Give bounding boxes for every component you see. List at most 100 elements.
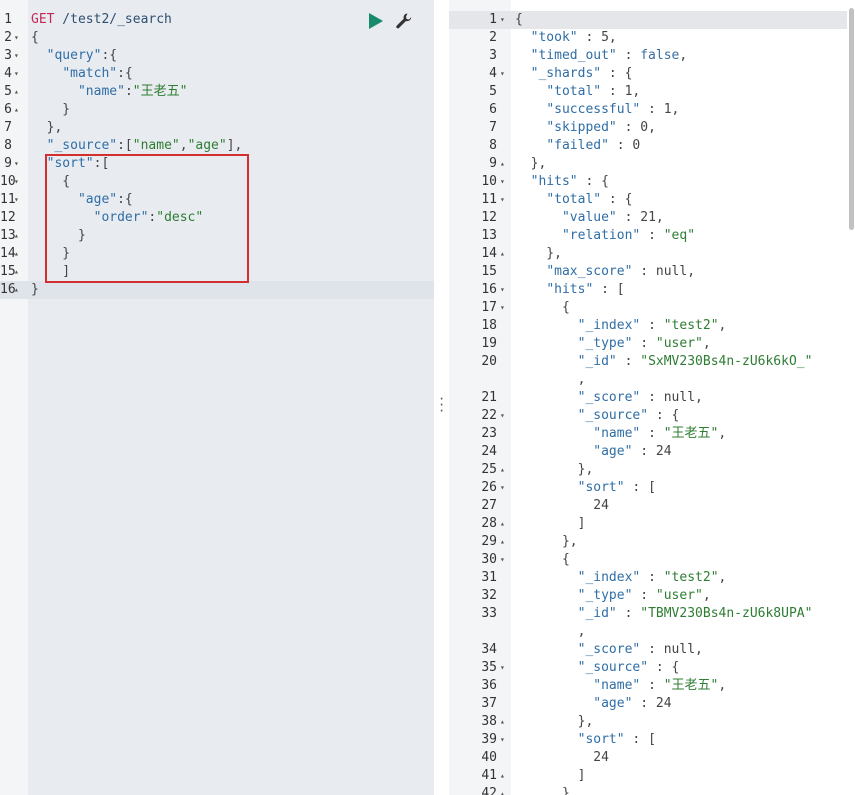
response-line[interactable]: 40 24 — [449, 749, 855, 767]
code-token: "eq" — [663, 228, 696, 243]
response-line[interactable]: 19 "_type" : "user", — [449, 335, 855, 353]
fold-open-icon[interactable]: ▾ — [500, 299, 505, 317]
response-line[interactable]: 12 "value" : 21, — [449, 209, 855, 227]
response-line[interactable]: 29 ▴ }, — [449, 533, 855, 551]
response-line[interactable]: 16 ▾ "hits" : [ — [449, 281, 855, 299]
fold-open-icon[interactable]: ▾ — [500, 11, 505, 29]
pane-divider[interactable]: · · · — [434, 0, 449, 795]
response-line[interactable]: 6 "successful" : 1, — [449, 101, 855, 119]
response-line[interactable]: 25 ▴ }, — [449, 461, 855, 479]
response-line[interactable]: 13 "relation" : "eq" — [449, 227, 855, 245]
resize-handle-icon[interactable]: · · · — [438, 393, 445, 417]
fold-open-icon[interactable]: ▾ — [500, 191, 505, 209]
response-line[interactable]: 20 "_id" : "SxMV230Bs4n-zU6k6kO_" — [449, 353, 855, 371]
response-line[interactable]: 5 "total" : 1, — [449, 83, 855, 101]
response-line[interactable]: 34 "_score" : null, — [449, 641, 855, 659]
fold-close-icon[interactable]: ▴ — [500, 767, 505, 785]
fold-close-icon[interactable]: ▴ — [500, 155, 505, 173]
fold-close-icon[interactable]: ▴ — [500, 245, 505, 263]
response-line[interactable]: 17 ▾ { — [449, 299, 855, 317]
request-editor[interactable]: 1 GET /test2/_search 2 ▾{3 ▾ "query":{4 ▾ "ma… — [0, 0, 434, 795]
request-line[interactable]: 2 ▾ { — [0, 29, 434, 47]
response-line[interactable]: 23 "name" : "王老五", — [449, 425, 855, 443]
fold-open-icon[interactable]: ▾ — [500, 65, 505, 83]
response-line[interactable]: 21 "_score" : null, — [449, 389, 855, 407]
response-line[interactable]: 26 ▾ "sort" : [ — [449, 479, 855, 497]
fold-close-icon[interactable]: ▴ — [14, 245, 19, 263]
response-line[interactable]: 7 "skipped" : 0, — [449, 119, 855, 137]
fold-close-icon[interactable]: ▴ — [500, 785, 505, 795]
response-line[interactable]: 1 ▾ { — [449, 11, 855, 29]
code-token: "relation" — [561, 228, 641, 243]
response-line[interactable]: 9 ▴ }, — [449, 155, 855, 173]
fold-close-icon[interactable]: ▴ — [500, 533, 505, 551]
fold-close-icon[interactable]: ▴ — [14, 101, 19, 119]
fold-close-icon[interactable]: ▴ — [500, 713, 505, 731]
response-line[interactable]: 35 ▾ "_source" : { — [449, 659, 855, 677]
fold-open-icon[interactable]: ▾ — [500, 281, 505, 299]
request-line[interactable]: 5 ▴ "name":"王老五" — [0, 83, 434, 101]
fold-close-icon[interactable]: ▴ — [14, 263, 19, 281]
response-line[interactable]: 3 "timed_out" : false, — [449, 47, 855, 65]
response-line[interactable]: 36 "name" : "王老五", — [449, 677, 855, 695]
response-scrollbar-thumb[interactable] — [849, 8, 854, 230]
request-line[interactable]: 8 "_source":["name","age"], — [0, 137, 434, 155]
response-line[interactable]: 27 24 — [449, 497, 855, 515]
fold-open-icon[interactable]: ▾ — [500, 659, 505, 677]
response-line[interactable]: , — [449, 623, 855, 641]
response-line[interactable]: 32 "_type" : "user", — [449, 587, 855, 605]
response-line[interactable]: 11 ▾ "total" : { — [449, 191, 855, 209]
fold-open-icon[interactable]: ▾ — [14, 173, 19, 191]
response-line[interactable]: 33 "_id" : "TBMV230Bs4n-zU6k8UPA" — [449, 605, 855, 623]
wrench-icon[interactable] — [395, 12, 413, 30]
response-line[interactable]: 15 "max_score" : null, — [449, 263, 855, 281]
response-line[interactable]: 2 "took" : 5, — [449, 29, 855, 47]
code-token: "_source" — [577, 408, 649, 423]
fold-close-icon[interactable]: ▴ — [14, 281, 19, 299]
line-number: 3 — [489, 48, 497, 63]
code-token: : [ — [624, 732, 656, 747]
response-line[interactable]: 4 ▾ "_shards" : { — [449, 65, 855, 83]
response-line[interactable]: 28 ▴ ] — [449, 515, 855, 533]
response-line[interactable]: 24 "age" : 24 — [449, 443, 855, 461]
request-line[interactable]: 3 ▾ "query":{ — [0, 47, 434, 65]
response-scrollbar[interactable] — [847, 0, 855, 795]
response-line[interactable]: 37 "age" : 24 — [449, 695, 855, 713]
fold-close-icon[interactable]: ▴ — [14, 83, 19, 101]
response-line[interactable]: 31 "_index" : "test2", — [449, 569, 855, 587]
fold-open-icon[interactable]: ▾ — [500, 551, 505, 569]
response-line[interactable]: 42 ▴ }, — [449, 785, 855, 795]
response-line[interactable]: 22 ▾ "_source" : { — [449, 407, 855, 425]
request-line[interactable]: 7 }, — [0, 119, 434, 137]
response-line[interactable]: 39 ▾ "sort" : [ — [449, 731, 855, 749]
request-line[interactable]: 6 ▴ } — [0, 101, 434, 119]
fold-close-icon[interactable]: ▴ — [500, 515, 505, 533]
response-line[interactable]: 41 ▴ ] — [449, 767, 855, 785]
fold-open-icon[interactable]: ▾ — [500, 173, 505, 191]
fold-open-icon[interactable]: ▾ — [14, 29, 19, 47]
fold-open-icon[interactable]: ▾ — [14, 191, 19, 209]
run-request-play-icon[interactable] — [366, 12, 384, 30]
fold-close-icon[interactable]: ▴ — [500, 461, 505, 479]
fold-open-icon[interactable]: ▾ — [14, 155, 19, 173]
fold-open-icon[interactable]: ▾ — [500, 731, 505, 749]
code-token: "test2" — [663, 570, 719, 585]
code-token: "TBMV230Bs4n-zU6k8UPA" — [640, 606, 813, 621]
fold-close-icon[interactable]: ▴ — [14, 227, 19, 245]
fold-open-icon[interactable]: ▾ — [14, 47, 19, 65]
response-line[interactable]: 38 ▴ }, — [449, 713, 855, 731]
request-line[interactable]: 4 ▾ "match":{ — [0, 65, 434, 83]
response-line[interactable]: 18 "_index" : "test2", — [449, 317, 855, 335]
response-line[interactable]: 14 ▴ }, — [449, 245, 855, 263]
request-line[interactable]: 16 ▴} — [0, 281, 434, 299]
fold-open-icon[interactable]: ▾ — [500, 407, 505, 425]
response-line[interactable]: 8 "failed" : 0 — [449, 137, 855, 155]
response-viewer[interactable]: 1 ▾{2 "took" : 5, 3 "timed_out" : false, 4 ▾… — [449, 0, 855, 795]
code-text: "_score" : null, — [515, 641, 703, 659]
response-line[interactable]: 10 ▾ "hits" : { — [449, 173, 855, 191]
response-line[interactable]: 30 ▾ { — [449, 551, 855, 569]
fold-open-icon[interactable]: ▾ — [14, 65, 19, 83]
code-token: : — [640, 318, 664, 333]
fold-open-icon[interactable]: ▾ — [500, 479, 505, 497]
response-line[interactable]: , — [449, 371, 855, 389]
